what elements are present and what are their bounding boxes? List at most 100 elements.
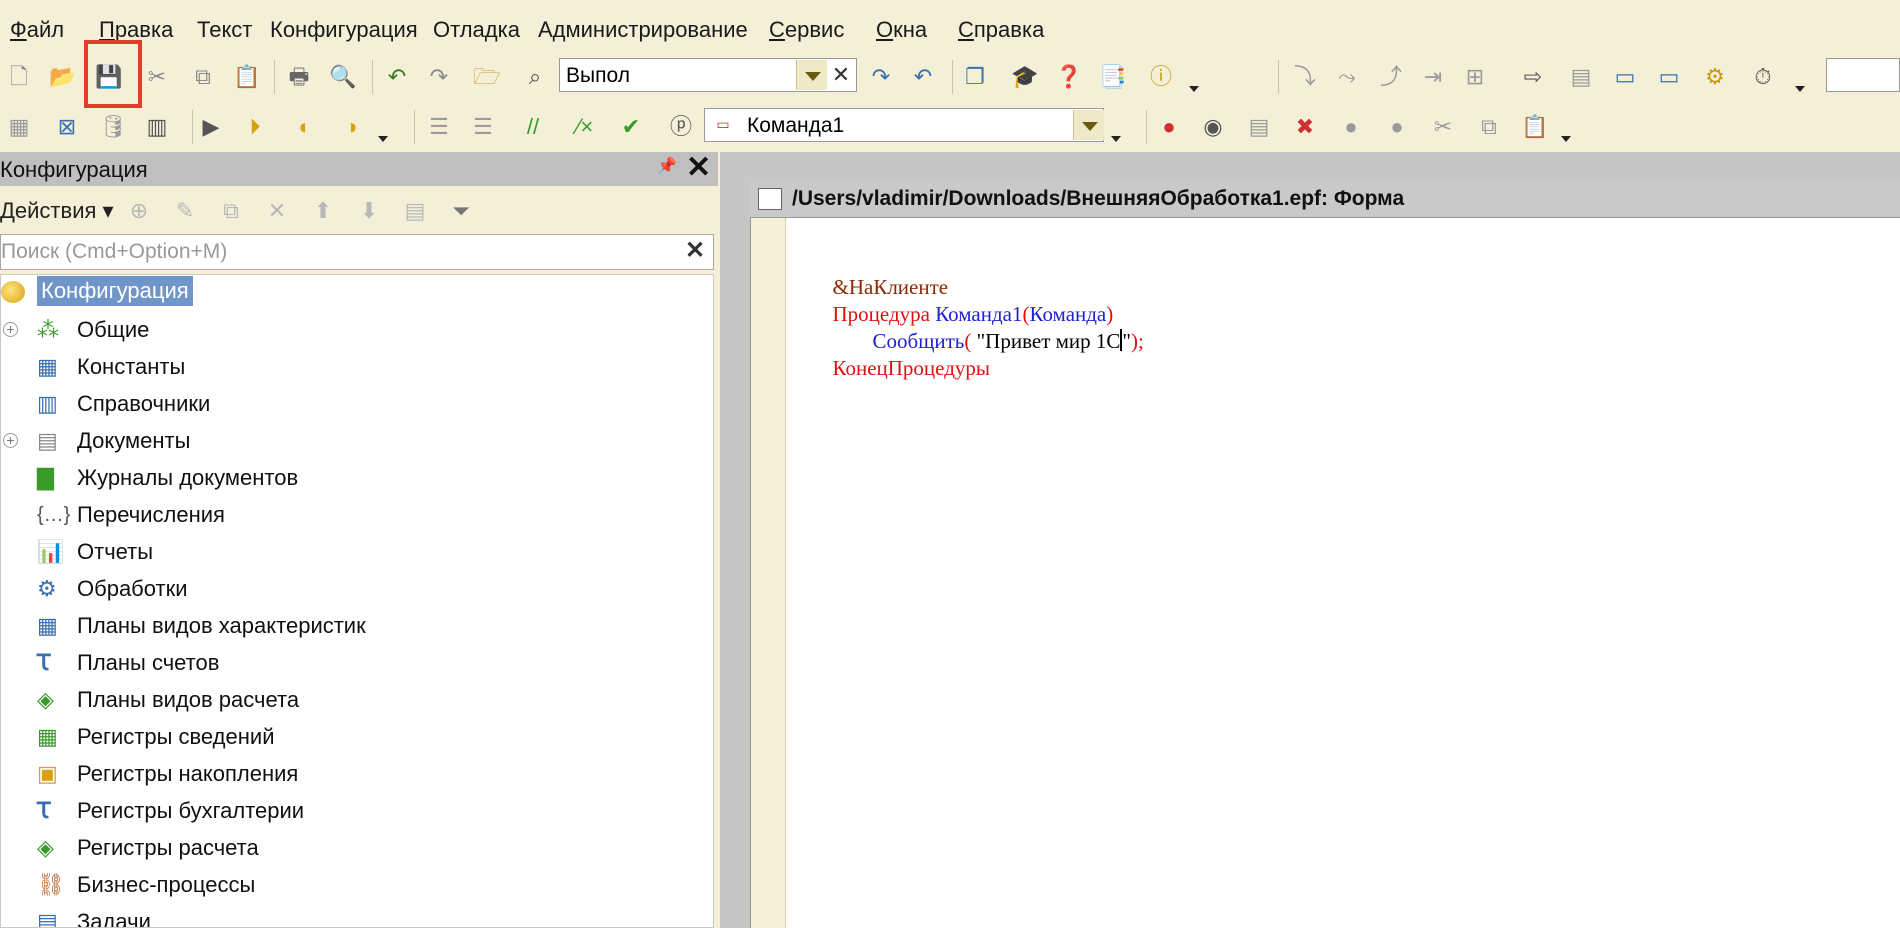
- delete-icon[interactable]: ✕: [262, 196, 292, 226]
- paste-2-icon[interactable]: 📋: [1520, 112, 1550, 142]
- sort-icon[interactable]: ▤: [400, 196, 430, 226]
- tree-item-accounting-registers[interactable]: Ꚍ Регистры бухгалтерии: [1, 793, 713, 830]
- check-syntax-icon[interactable]: ✔: [616, 112, 646, 142]
- cut-icon[interactable]: ✂: [142, 62, 172, 92]
- list-2-icon[interactable]: ☰: [468, 112, 498, 142]
- clear-search-icon[interactable]: ✕: [685, 236, 705, 265]
- tree-item-common[interactable]: + ⁂ Общие: [1, 312, 713, 349]
- more-dropdown-icon[interactable]: [378, 136, 388, 142]
- procedure-combo[interactable]: Команда1 ▭: [704, 108, 1104, 142]
- clear-icon[interactable]: ✕: [826, 60, 856, 90]
- syntax-helper-icon[interactable]: ❓: [1054, 62, 1084, 92]
- more-dropdown-icon[interactable]: [1111, 136, 1121, 142]
- breakpoint-icon[interactable]: ●: [1154, 112, 1184, 142]
- run-module-icon[interactable]: ▶: [196, 112, 226, 142]
- tree-item-data-processors[interactable]: ⚙ Обработки: [1, 571, 713, 608]
- print-icon[interactable]: 🖶: [284, 62, 314, 92]
- templates-icon[interactable]: 📑: [1098, 62, 1128, 92]
- step-into-icon[interactable]: ⤵: [1290, 62, 1320, 92]
- info-icon[interactable]: ⓘ: [1146, 62, 1176, 92]
- dropdown-arrow-icon[interactable]: [1073, 110, 1104, 140]
- tree-item-reports[interactable]: 📊 Отчеты: [1, 534, 713, 571]
- table-icon[interactable]: ▥: [142, 112, 172, 142]
- list-icon[interactable]: ☰: [424, 112, 454, 142]
- actions-menu-button[interactable]: Действия ▾: [0, 198, 114, 224]
- windows-icon[interactable]: ❐: [960, 62, 990, 92]
- copy-2-icon[interactable]: ⧉: [1474, 112, 1504, 142]
- filter-icon[interactable]: ⏷: [446, 196, 476, 226]
- redo-icon[interactable]: ↷: [424, 62, 454, 92]
- new-document-icon[interactable]: 🗋: [4, 62, 34, 92]
- tree-item-document-journals[interactable]: ▇ Журналы документов: [1, 460, 713, 497]
- breakpoint-list-icon[interactable]: ▤: [1244, 112, 1274, 142]
- expand-icon[interactable]: +: [3, 433, 18, 448]
- timer-icon[interactable]: ⏱: [1748, 62, 1778, 92]
- search-icon[interactable]: ⌕: [520, 62, 550, 92]
- add-copy-icon[interactable]: ⧉: [216, 196, 246, 226]
- tree-item-charts-of-accounts[interactable]: Ꚍ Планы счетов: [1, 645, 713, 682]
- tree-item-calculation-registers[interactable]: ◈ Регистры расчета: [1, 830, 713, 867]
- copy-icon[interactable]: ⧉: [188, 62, 218, 92]
- menu-windows[interactable]: Окна: [876, 17, 927, 43]
- tree-item-accumulation-registers[interactable]: ▣ Регистры накопления: [1, 756, 713, 793]
- tree-item-calculation-types[interactable]: ◈ Планы видов расчета: [1, 682, 713, 719]
- comment-icon[interactable]: //: [518, 112, 548, 142]
- menu-configuration[interactable]: Конфигурация: [270, 17, 418, 43]
- tree-item-business-processes[interactable]: ⛓ Бизнес-процессы: [1, 867, 713, 904]
- close-module-icon[interactable]: ⊠: [52, 112, 82, 142]
- module-icon[interactable]: ▦: [4, 112, 34, 142]
- move-down-icon[interactable]: ⬇: [354, 196, 384, 226]
- paste-icon[interactable]: 📋: [232, 62, 262, 92]
- step-out-icon[interactable]: ⤴: [1376, 62, 1406, 92]
- find-in-folder-icon[interactable]: 🗁: [472, 62, 502, 92]
- form-icon[interactable]: ▭: [1610, 62, 1640, 92]
- tree-root-configuration[interactable]: Конфигурация: [1, 275, 713, 312]
- menu-help[interactable]: Справка: [958, 17, 1044, 43]
- pin-icon[interactable]: 📌: [657, 156, 677, 176]
- delete-breakpoints-icon[interactable]: ✖: [1290, 112, 1320, 142]
- tree-item-documents[interactable]: + ▤ Документы: [1, 423, 713, 460]
- cut-2-icon[interactable]: ✂: [1428, 112, 1458, 142]
- tree-item-characteristic-types[interactable]: ▦ Планы видов характеристик: [1, 608, 713, 645]
- menu-service[interactable]: Сервис: [769, 17, 844, 43]
- settings-icon[interactable]: ⚙: [1700, 62, 1730, 92]
- edit-icon[interactable]: ✎: [170, 196, 200, 226]
- tree-item-tasks[interactable]: ▤ Задачи: [1, 904, 713, 927]
- go-to-icon[interactable]: ⇨: [1518, 62, 1548, 92]
- more-dropdown-icon[interactable]: [1795, 86, 1805, 92]
- database-icon[interactable]: 🛢: [98, 112, 128, 142]
- procedures-list-icon[interactable]: ⓟ: [666, 112, 696, 142]
- expand-icon[interactable]: +: [3, 322, 18, 337]
- stop-icon[interactable]: ●: [1382, 112, 1412, 142]
- add-icon[interactable]: ⊕: [124, 196, 154, 226]
- disable-breakpoint-icon[interactable]: ●: [1336, 112, 1366, 142]
- tree-item-catalogs[interactable]: ▥ Справочники: [1, 386, 713, 423]
- menu-file[interactable]: Файл: [10, 17, 64, 43]
- debug-item-icon[interactable]: ◐: [290, 112, 320, 142]
- tree-search-input[interactable]: [1, 235, 681, 269]
- extra-combo[interactable]: [1826, 58, 1900, 92]
- search-combo[interactable]: Выпол ✕: [559, 58, 857, 92]
- debug-item-2-icon[interactable]: ◑: [336, 112, 366, 142]
- more-dropdown-icon[interactable]: [1189, 86, 1199, 92]
- breakpoint-condition-icon[interactable]: ◉: [1198, 112, 1228, 142]
- close-icon[interactable]: ✕: [686, 150, 711, 185]
- tree-item-information-registers[interactable]: ▦ Регистры сведений: [1, 719, 713, 756]
- start-debug-icon[interactable]: ⏵: [240, 112, 270, 142]
- wizard-icon[interactable]: 🎓: [1010, 62, 1040, 92]
- uncomment-icon[interactable]: ⁄×: [570, 112, 600, 142]
- find-next-icon[interactable]: ↷: [866, 62, 896, 92]
- code-line-4[interactable]: КонецПроцедуры: [822, 331, 991, 381]
- menu-debug[interactable]: Отладка: [433, 17, 520, 43]
- run-to-cursor-icon[interactable]: ⇥: [1418, 62, 1448, 92]
- open-folder-icon[interactable]: 📂: [48, 62, 78, 92]
- move-up-icon[interactable]: ⬆: [308, 196, 338, 226]
- menu-administration[interactable]: Администрирование: [538, 17, 748, 43]
- evaluate-icon[interactable]: ⊞: [1460, 62, 1490, 92]
- tree-item-constants[interactable]: ▦ Константы: [1, 349, 713, 386]
- tree-item-enums[interactable]: {…} Перечисления: [1, 497, 713, 534]
- dropdown-arrow-icon[interactable]: [796, 60, 827, 90]
- object-icon[interactable]: ▤: [1566, 62, 1596, 92]
- undo-icon[interactable]: ↶: [382, 62, 412, 92]
- find-previous-icon[interactable]: ↶: [908, 62, 938, 92]
